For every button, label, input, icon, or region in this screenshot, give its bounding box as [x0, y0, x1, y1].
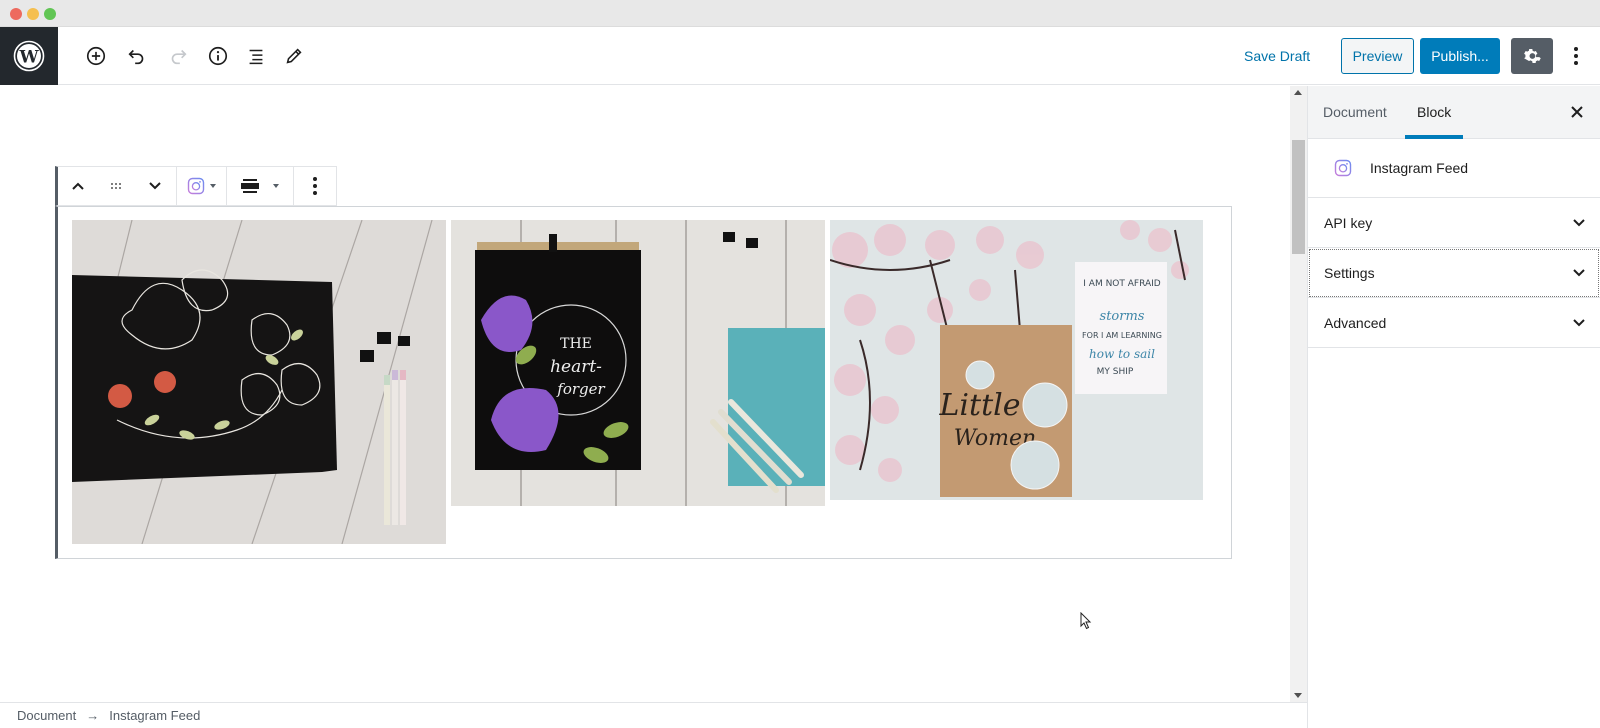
- window-maximize-button[interactable]: [44, 8, 56, 20]
- preview-button[interactable]: Preview: [1341, 38, 1414, 74]
- move-up-button[interactable]: [58, 167, 98, 205]
- undo-icon: [128, 49, 144, 65]
- block-mover-group: [58, 167, 177, 205]
- pencil-icon: [286, 48, 302, 64]
- close-sidebar-button[interactable]: [1566, 101, 1588, 123]
- wordpress-logo-button[interactable]: W: [0, 27, 58, 85]
- panel-title: Advanced: [1324, 314, 1387, 331]
- editor-scrollbar[interactable]: [1290, 86, 1307, 702]
- panel-title: Settings: [1324, 264, 1375, 281]
- block-navigation-button[interactable]: [241, 41, 271, 71]
- caret-down-icon: [210, 184, 216, 188]
- alignment-group: [227, 167, 294, 205]
- more-options-button[interactable]: [1566, 41, 1586, 71]
- scroll-down-arrow-icon[interactable]: [1294, 693, 1302, 698]
- window-titlebar: [0, 0, 1600, 27]
- svg-text:heart-: heart-: [550, 357, 602, 377]
- gear-icon: [1524, 49, 1541, 63]
- svg-text:storms: storms: [1100, 309, 1145, 324]
- panel-settings[interactable]: Settings: [1308, 248, 1600, 298]
- block-switcher-button[interactable]: [187, 167, 216, 205]
- breadcrumb-item-current[interactable]: Instagram Feed: [109, 708, 200, 723]
- svg-text:I AM NOT AFRAID: I AM NOT AFRAID: [1083, 279, 1161, 289]
- block-card: Instagram Feed: [1308, 139, 1600, 198]
- align-wide-icon: [241, 179, 259, 193]
- block-breadcrumb: Document → Instagram Feed: [0, 702, 1307, 728]
- close-icon: [1571, 106, 1583, 118]
- breadcrumb-item-document[interactable]: Document: [17, 708, 76, 723]
- window-close-button[interactable]: [10, 8, 22, 20]
- block-more-options-button[interactable]: [312, 167, 318, 205]
- redo-button[interactable]: [163, 41, 193, 71]
- save-draft-button[interactable]: Save Draft: [1244, 41, 1310, 71]
- editor-header: W Save Draft Preview Publish...: [0, 27, 1600, 85]
- drag-handle[interactable]: [98, 167, 134, 205]
- chevron-down-icon: [1573, 318, 1585, 326]
- photo-image: [72, 220, 446, 544]
- svg-text:Little: Little: [939, 388, 1021, 423]
- block-toolbar: [55, 166, 337, 206]
- add-block-button[interactable]: [81, 41, 111, 71]
- instagram-feed-block[interactable]: THE heart- forger Little Women I AM NOT …: [55, 206, 1232, 559]
- settings-sidebar: Document Block Instagram Feed API key Se…: [1307, 86, 1600, 728]
- svg-text:FOR I AM LEARNING: FOR I AM LEARNING: [1082, 331, 1162, 340]
- instagram-icon: [1334, 159, 1352, 177]
- instagram-photo-1[interactable]: [72, 220, 446, 544]
- tab-document[interactable]: Document: [1311, 86, 1399, 139]
- mouse-cursor-icon: [1080, 612, 1092, 630]
- sidebar-tabs: Document Block: [1308, 86, 1600, 139]
- chevron-down-icon: [149, 182, 161, 190]
- drag-handle-icon: [111, 183, 121, 189]
- block-card-title: Instagram Feed: [1370, 160, 1469, 176]
- vertical-ellipsis-icon: [1574, 47, 1578, 65]
- breadcrumb-separator-icon: →: [86, 708, 100, 723]
- block-more-group: [294, 167, 336, 205]
- svg-text:W: W: [18, 48, 39, 68]
- content-structure-button[interactable]: [203, 41, 233, 71]
- undo-button[interactable]: [122, 41, 152, 71]
- caret-down-icon: [273, 184, 279, 188]
- vertical-ellipsis-icon: [313, 177, 317, 195]
- window-minimize-button[interactable]: [27, 8, 39, 20]
- svg-text:forger: forger: [556, 380, 605, 398]
- chevron-down-icon: [1573, 218, 1585, 226]
- instagram-icon: [187, 177, 205, 195]
- plus-circle-icon: [86, 46, 106, 66]
- scroll-up-arrow-icon[interactable]: [1294, 90, 1302, 95]
- photo-image: THE heart- forger: [451, 220, 825, 506]
- svg-text:how to sail: how to sail: [1089, 347, 1155, 361]
- tab-block[interactable]: Block: [1405, 86, 1464, 139]
- settings-button[interactable]: [1511, 38, 1553, 74]
- list-icon: [249, 49, 263, 65]
- panel-api-key[interactable]: API key: [1308, 198, 1600, 248]
- svg-text:THE: THE: [560, 336, 592, 352]
- wordpress-logo-icon: W: [13, 40, 45, 72]
- chevron-up-icon: [72, 182, 84, 190]
- svg-text:MY SHIP: MY SHIP: [1097, 367, 1134, 377]
- scrollbar-thumb[interactable]: [1292, 140, 1305, 254]
- instagram-photo-3[interactable]: Little Women I AM NOT AFRAID storms FOR …: [830, 220, 1203, 500]
- alignment-button[interactable]: [241, 167, 279, 205]
- info-icon: [208, 46, 228, 66]
- photo-image: Little Women I AM NOT AFRAID storms FOR …: [830, 220, 1203, 500]
- panel-title: API key: [1324, 214, 1373, 231]
- tools-button[interactable]: [279, 41, 309, 71]
- block-switcher-group: [177, 167, 227, 205]
- publish-button[interactable]: Publish...: [1420, 38, 1500, 74]
- chevron-down-icon: [1573, 268, 1585, 276]
- redo-icon: [171, 49, 187, 65]
- move-down-button[interactable]: [134, 167, 176, 205]
- panel-advanced[interactable]: Advanced: [1308, 298, 1600, 348]
- instagram-photo-2[interactable]: THE heart- forger: [451, 220, 825, 506]
